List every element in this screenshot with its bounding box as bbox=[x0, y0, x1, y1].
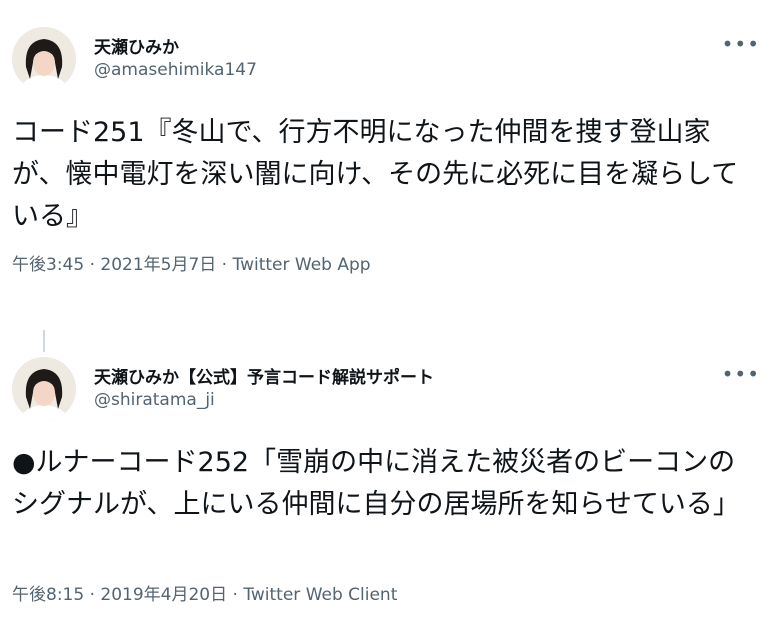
avatar-image bbox=[12, 357, 76, 421]
user-handle[interactable]: @amasehimika147 bbox=[94, 60, 257, 80]
display-name[interactable]: 天瀬ひみか【公式】予言コード解説サポート bbox=[94, 363, 434, 388]
more-horizontal-icon[interactable]: ••• bbox=[722, 32, 760, 56]
tweet-source[interactable]: Twitter Web App bbox=[233, 255, 371, 275]
avatar[interactable] bbox=[12, 357, 76, 421]
more-horizontal-icon[interactable]: ••• bbox=[722, 362, 760, 386]
tweet-timestamp[interactable]: 午後8:15 · 2019年4月20日 · bbox=[12, 585, 243, 605]
avatar-image bbox=[12, 27, 76, 91]
avatar[interactable] bbox=[12, 27, 76, 91]
tweet-meta: 午後3:45 · 2021年5月7日 · Twitter Web App bbox=[12, 250, 371, 275]
tweet-text: コード251『冬山で、行方不明になった仲間を捜す登山家が、懐中電灯を深い闇に向け… bbox=[12, 117, 739, 232]
tweet-card[interactable]: 天瀬ひみか【公式】予言コード解説サポート @shiratama_ji ••• ●… bbox=[0, 330, 778, 622]
tweet-card[interactable]: 天瀬ひみか @amasehimika147 ••• コード251『冬山で、行方不… bbox=[0, 0, 778, 300]
tweet-source[interactable]: Twitter Web Client bbox=[243, 585, 397, 605]
tweet-meta: 午後8:15 · 2019年4月20日 · Twitter Web Client bbox=[12, 580, 397, 605]
tweet-timestamp[interactable]: 午後3:45 · 2021年5月7日 · bbox=[12, 255, 233, 275]
tweet-text: ●ルナーコード252「雪崩の中に消えた被災者のビーコンのシグナルが、上にいる仲間… bbox=[12, 447, 740, 520]
user-handle[interactable]: @shiratama_ji bbox=[94, 390, 215, 410]
display-name[interactable]: 天瀬ひみか bbox=[94, 33, 179, 58]
thread-line bbox=[43, 330, 45, 352]
